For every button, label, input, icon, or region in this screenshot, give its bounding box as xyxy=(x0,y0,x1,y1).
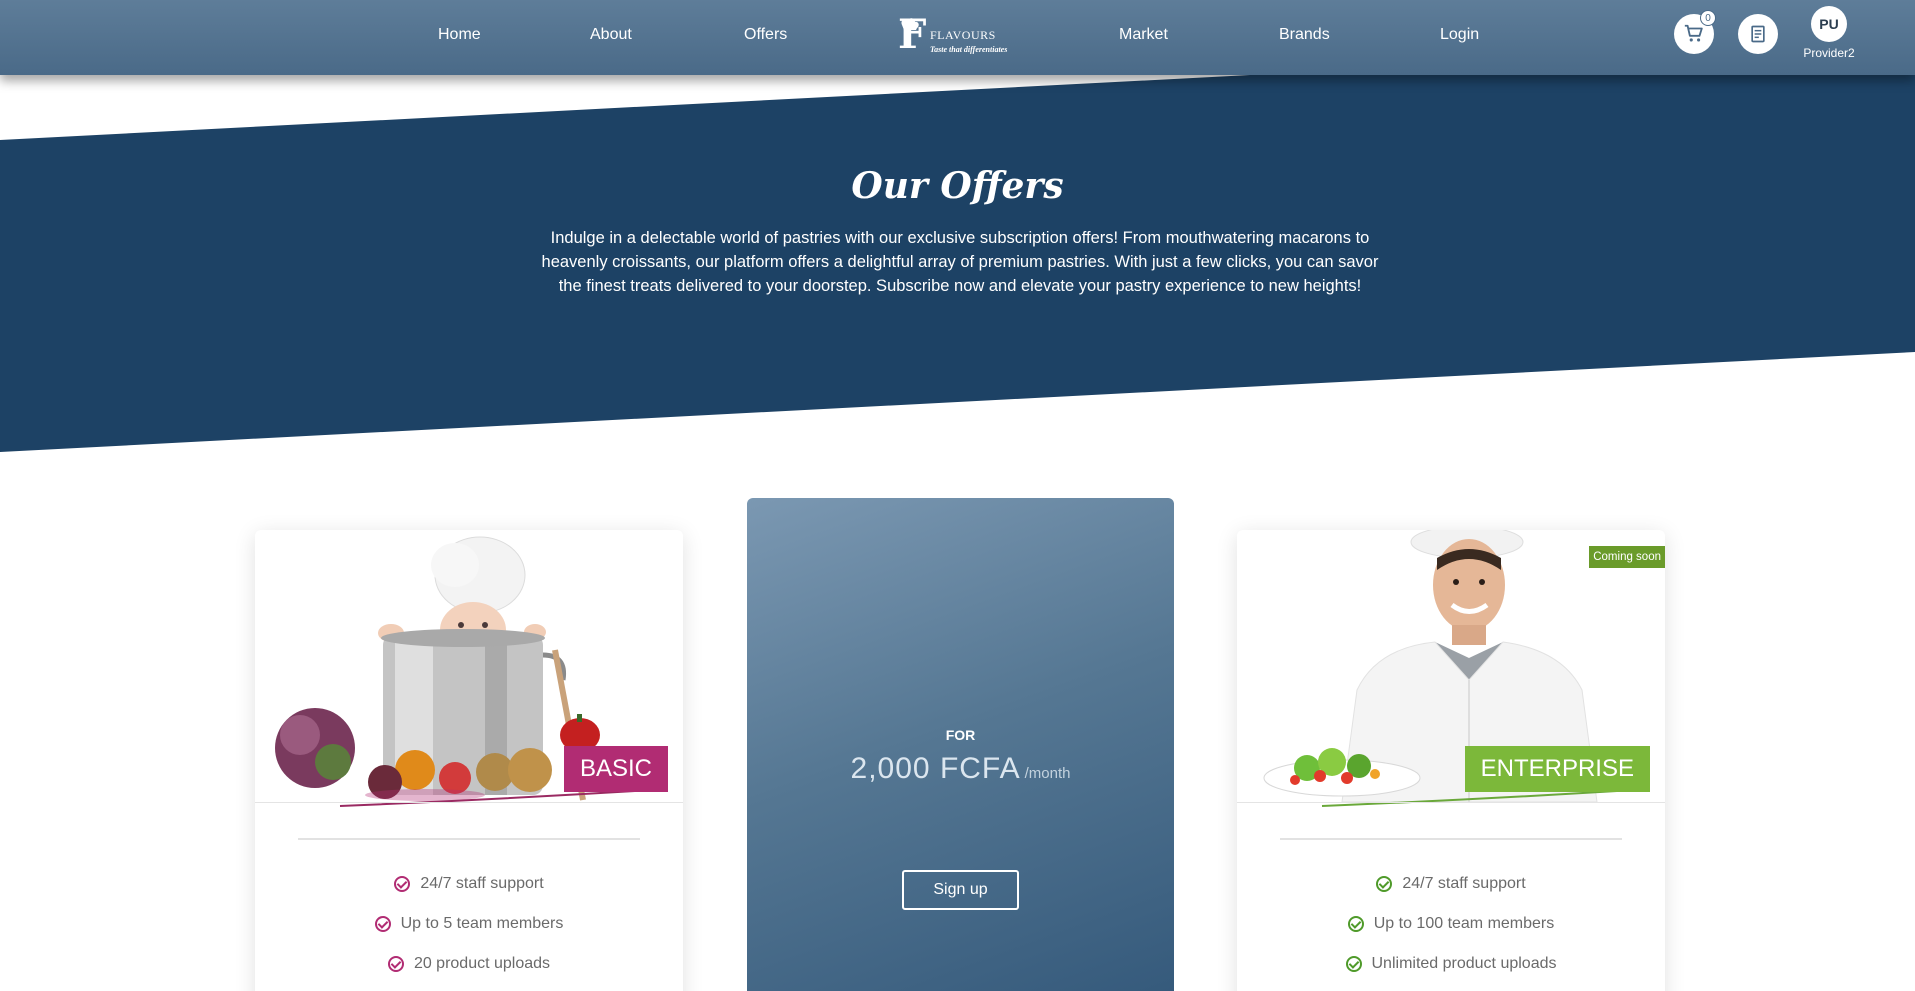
basic-feature-list: 24/7 staff support Up to 5 team members … xyxy=(255,864,683,984)
logo-tagline: Taste that differentiates xyxy=(930,45,1008,54)
feature-item: 20 product uploads xyxy=(255,944,683,984)
offers-description: Indulge in a delectable world of pastrie… xyxy=(541,229,1379,295)
cart-icon xyxy=(1684,24,1703,42)
nav-offers-link[interactable]: Offers xyxy=(744,26,787,44)
user-avatar[interactable]: PU xyxy=(1811,6,1847,42)
feature-item: 24/7 staff support xyxy=(255,864,683,904)
check-circle-icon xyxy=(1345,956,1362,972)
card-divider xyxy=(1280,838,1622,840)
logo-name: FLAVOURS xyxy=(930,28,996,42)
page: Home About Offers F FLAVOURS Taste that … xyxy=(0,0,1915,991)
nav-login-link[interactable]: Login xyxy=(1440,26,1479,44)
flavours-logo[interactable]: F FLAVOURS Taste that differentiates xyxy=(898,13,1010,57)
check-circle-icon xyxy=(1347,916,1364,932)
page-title: Our Offers xyxy=(851,165,1064,207)
feature-text: Unlimited product uploads xyxy=(1371,955,1557,972)
feature-item: Up to 100 team members xyxy=(1237,904,1665,944)
enterprise-feature-list: 24/7 staff support Up to 100 team member… xyxy=(1237,864,1665,984)
feature-text: 24/7 staff support xyxy=(420,875,544,892)
feature-text: Up to 100 team members xyxy=(1373,915,1555,932)
price-period: /month xyxy=(1024,765,1071,782)
check-circle-icon xyxy=(374,916,391,932)
nav-brands-link[interactable]: Brands xyxy=(1279,26,1330,44)
nav-home-link[interactable]: Home xyxy=(438,26,481,44)
check-circle-icon xyxy=(394,876,411,892)
check-circle-icon xyxy=(1376,876,1393,892)
feature-item: Up to 5 team members xyxy=(255,904,683,944)
feature-text: 20 product uploads xyxy=(413,955,551,972)
top-navigation-bar: Home About Offers F FLAVOURS Taste that … xyxy=(0,0,1915,75)
basic-plan-card: BASIC 24/7 staff support Up to 5 team me… xyxy=(255,530,683,991)
cart-count-badge: 0 xyxy=(1700,10,1716,26)
plan-price: 2,000 FCFA/month xyxy=(747,752,1174,786)
featured-plan-card: FOR 2,000 FCFA/month Sign up xyxy=(747,498,1174,991)
orders-button[interactable] xyxy=(1738,14,1778,54)
image-baseline xyxy=(255,802,683,803)
image-baseline xyxy=(1237,802,1665,803)
sign-up-button[interactable]: Sign up xyxy=(902,870,1019,910)
feature-item: 24/7 staff support xyxy=(1237,864,1665,904)
receipt-icon xyxy=(1751,25,1765,43)
feature-text: Up to 5 team members xyxy=(400,915,564,932)
username-label[interactable]: Provider2 xyxy=(1790,46,1868,60)
enterprise-plan-label: ENTERPRISE xyxy=(1464,746,1650,792)
enterprise-plan-card: Coming soon ENTERPRISE 24/7 staff suppor… xyxy=(1237,530,1665,991)
feature-item: Unlimited product uploads xyxy=(1237,944,1665,984)
feature-text: 24/7 staff support xyxy=(1402,875,1526,892)
nav-market-link[interactable]: Market xyxy=(1119,26,1168,44)
coming-soon-badge: Coming soon xyxy=(1589,546,1665,568)
for-label: FOR xyxy=(945,727,976,743)
check-circle-icon xyxy=(387,956,404,972)
basic-plan-label: BASIC xyxy=(563,746,668,792)
price-amount: 2,000 FCFA xyxy=(850,752,1021,785)
nav-about-link[interactable]: About xyxy=(590,26,632,44)
card-divider xyxy=(298,838,640,840)
logo-letter: F xyxy=(898,11,927,58)
